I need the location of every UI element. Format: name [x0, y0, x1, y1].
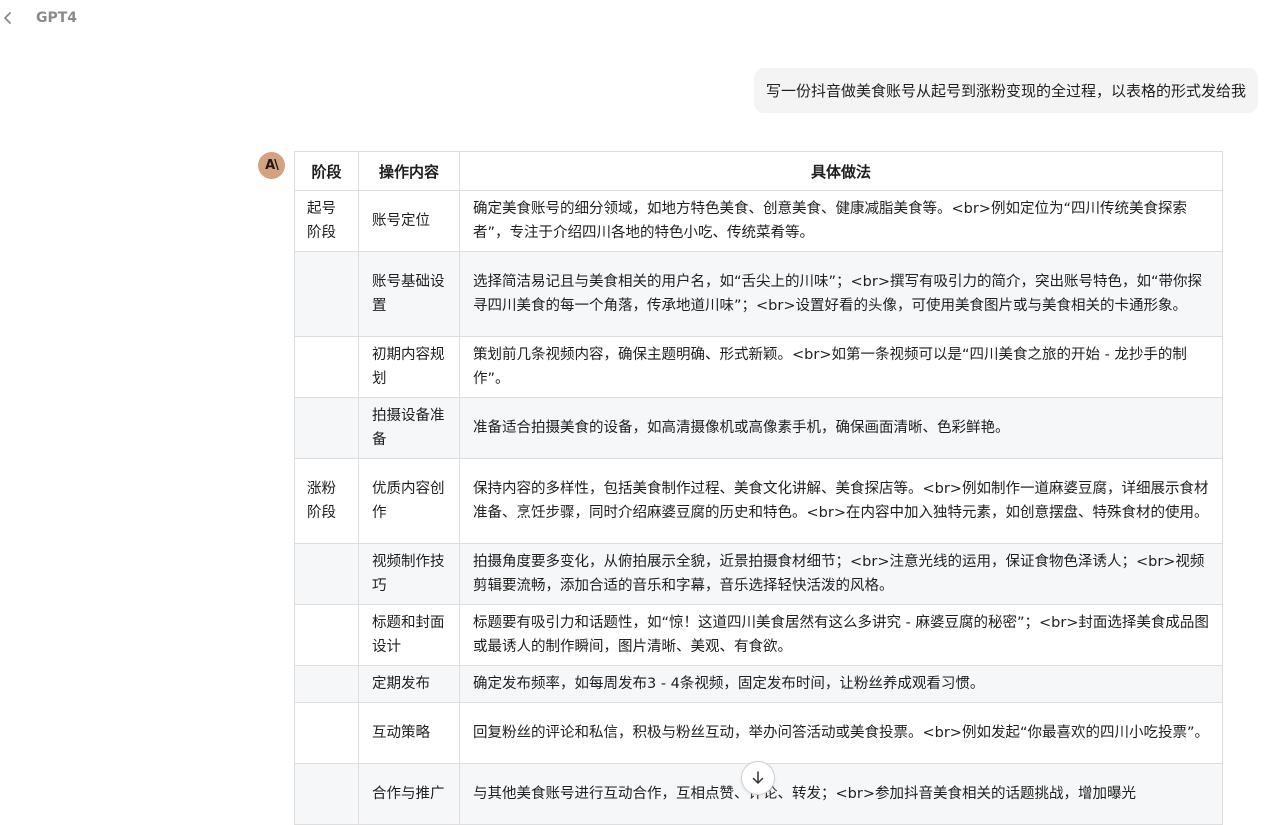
header-detail: 具体做法 — [459, 151, 1223, 191]
stage-cell: 起号阶段 — [294, 190, 359, 252]
operation-cell: 定期发布 — [358, 665, 460, 703]
operation-cell: 优质内容创作 — [358, 458, 460, 544]
operation-cell: 拍摄设备准备 — [358, 397, 460, 459]
operation-cell: 合作与推广 — [358, 763, 460, 825]
operation-cell: 标题和封面设计 — [358, 604, 460, 666]
page-title: GPT4 — [36, 10, 78, 26]
stage-cell — [294, 543, 359, 605]
detail-cell: 拍摄角度要多变化，从俯拍展示全貌，近景拍摄食材细节；<br>注意光线的运用，保证… — [459, 543, 1223, 605]
table-row: 标题和封面设计 标题要有吸引力和话题性，如“惊！这道四川美食居然有这么多讲究 - … — [294, 604, 1223, 666]
stage-cell: 涨粉阶段 — [294, 458, 359, 544]
detail-cell: 确定发布频率，如每周发布3 - 4条视频，固定发布时间，让粉丝养成观看习惯。 — [459, 665, 1223, 703]
operation-cell: 视频制作技巧 — [358, 543, 460, 605]
table-header-row: 阶段 操作内容 具体做法 — [294, 151, 1223, 191]
stage-cell — [294, 251, 359, 337]
header-stage: 阶段 — [294, 151, 359, 191]
stage-cell — [294, 763, 359, 825]
stage-cell — [294, 665, 359, 703]
operation-cell: 账号定位 — [358, 190, 460, 252]
stage-cell — [294, 397, 359, 459]
stage-cell — [294, 336, 359, 398]
response-table-container: 阶段 操作内容 具体做法 起号阶段 账号定位 确定美食账号的细分领域，如地方特色美食… — [294, 151, 1223, 825]
table-row: 互动策略 回复粉丝的评论和私信，积极与粉丝互动，举办问答活动或美食投票。<br>例… — [294, 702, 1223, 764]
detail-cell: 与其他美食账号进行互动合作，互相点赞、评论、转发；<br>参加抖音美食相关的话题… — [459, 763, 1223, 825]
detail-cell: 策划前几条视频内容，确保主题明确、形式新颖。<br>如第一条视频可以是“四川美食… — [459, 336, 1223, 398]
detail-cell: 标题要有吸引力和话题性，如“惊！这道四川美食居然有这么多讲究 - 麻婆豆腐的秘密… — [459, 604, 1223, 666]
user-message-bubble: 写一份抖音做美食账号从起号到涨粉变现的全过程，以表格的形式发给我 — [753, 68, 1258, 113]
table-row: 涨粉阶段 优质内容创作 保持内容的多样性，包括美食制作过程、美食文化讲解、美食探店等… — [294, 458, 1223, 544]
table-row: 视频制作技巧 拍摄角度要多变化，从俯拍展示全貌，近景拍摄食材细节；<br>注意光线… — [294, 543, 1223, 605]
detail-cell: 保持内容的多样性，包括美食制作过程、美食文化讲解、美食探店等。<br>例如制作一… — [459, 458, 1223, 544]
table-row: 账号基础设置 选择简洁易记且与美食相关的用户名，如“舌尖上的川味”；<br>撰写有… — [294, 251, 1223, 337]
arrow-down-icon — [752, 771, 764, 784]
assistant-avatar: A\ — [258, 152, 285, 179]
detail-cell: 选择简洁易记且与美食相关的用户名，如“舌尖上的川味”；<br>撰写有吸引力的简介… — [459, 251, 1223, 337]
detail-cell: 确定美食账号的细分领域，如地方特色美食、创意美食、健康减脂美食等。<br>例如定… — [459, 190, 1223, 252]
table-row: 初期内容规划 策划前几条视频内容，确保主题明确、形式新颖。<br>如第一条视频可以… — [294, 336, 1223, 398]
detail-cell: 准备适合拍摄美食的设备，如高清摄像机或高像素手机，确保画面清晰、色彩鲜艳。 — [459, 397, 1223, 459]
scroll-down-button[interactable] — [741, 761, 775, 795]
operation-cell: 互动策略 — [358, 702, 460, 764]
response-table: 阶段 操作内容 具体做法 起号阶段 账号定位 确定美食账号的细分领域，如地方特色美食… — [294, 151, 1223, 825]
table-row: 起号阶段 账号定位 确定美食账号的细分领域，如地方特色美食、创意美食、健康减脂美食等… — [294, 190, 1223, 252]
stage-cell — [294, 702, 359, 764]
operation-cell: 账号基础设置 — [358, 251, 460, 337]
header-operation: 操作内容 — [358, 151, 460, 191]
back-button[interactable] — [0, 6, 16, 30]
table-row: 拍摄设备准备 准备适合拍摄美食的设备，如高清摄像机或高像素手机，确保画面清晰、色彩… — [294, 397, 1223, 459]
table-row: 定期发布 确定发布频率，如每周发布3 - 4条视频，固定发布时间，让粉丝养成观看习… — [294, 665, 1223, 703]
stage-cell — [294, 604, 359, 666]
top-bar: GPT4 — [0, 0, 1269, 36]
chevron-left-icon — [4, 12, 11, 24]
detail-cell: 回复粉丝的评论和私信，积极与粉丝互动，举办问答活动或美食投票。<br>例如发起“… — [459, 702, 1223, 764]
operation-cell: 初期内容规划 — [358, 336, 460, 398]
